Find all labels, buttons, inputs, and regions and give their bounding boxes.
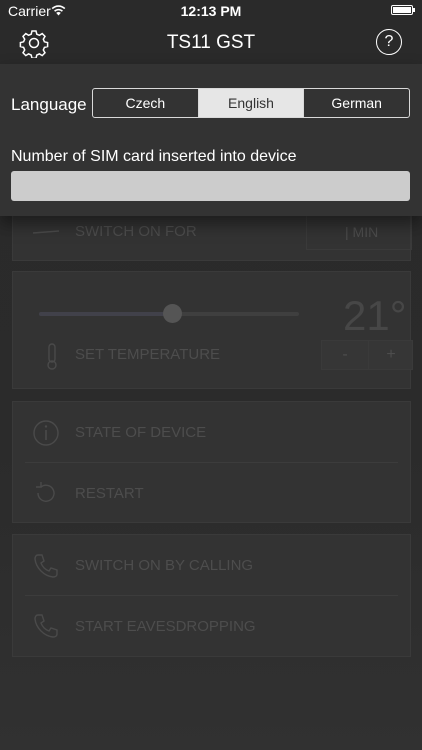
restart-icon [36, 482, 55, 502]
info-icon [33, 420, 59, 446]
phone-icon [34, 614, 58, 638]
app-screen: Carrier 12:13 PM TS11 GST ? SWITCH ON FO… [0, 0, 422, 750]
temperature-card: 21° SET TEMPERATURE - + [12, 271, 413, 389]
minutes-field[interactable]: | MIN [306, 213, 412, 250]
language-option-english[interactable]: English [198, 89, 305, 117]
start-eavesdropping-label[interactable]: START EAVESDROPPING [75, 618, 256, 635]
decrease-button[interactable]: - [322, 341, 369, 369]
question-mark-icon: ? [384, 33, 394, 50]
temperature-slider-fill [39, 312, 172, 316]
language-option-czech[interactable]: Czech [93, 89, 199, 117]
row-divider [25, 462, 398, 463]
calling-card: SWITCH ON BY CALLING START EAVESDROPPING [12, 534, 411, 657]
clock: 12:13 PM [180, 3, 242, 19]
switch-on-for-card: SWITCH ON FOR | MIN [12, 212, 412, 261]
temperature-stepper: - + [321, 340, 413, 370]
battery-icon [391, 5, 415, 15]
language-option-german[interactable]: German [304, 89, 409, 117]
timer-icon [32, 230, 60, 234]
status-bar: Carrier 12:13 PM [0, 0, 422, 22]
settings-panel: Language Czech English German Number of … [0, 64, 422, 216]
state-of-device-label[interactable]: STATE OF DEVICE [75, 424, 206, 441]
minutes-unit: | MIN [345, 224, 379, 240]
temperature-value: 21° [343, 292, 407, 339]
device-card: STATE OF DEVICE RESTART [12, 401, 411, 523]
increase-button[interactable]: + [368, 341, 414, 369]
phone-icon [34, 554, 58, 578]
restart-label[interactable]: RESTART [75, 485, 144, 502]
thermometer-icon [47, 343, 57, 370]
sim-number-input[interactable] [11, 171, 410, 201]
nav-bar: TS11 GST ? [0, 22, 422, 64]
sim-number-label: Number of SIM card inserted into device [11, 148, 297, 165]
switch-on-for-label: SWITCH ON FOR [75, 223, 197, 240]
language-label: Language [11, 95, 87, 114]
switch-on-by-calling-label[interactable]: SWITCH ON BY CALLING [75, 557, 253, 574]
temperature-slider-thumb[interactable] [163, 304, 182, 323]
help-button[interactable]: ? [376, 29, 402, 55]
language-selector: Czech English German [92, 88, 410, 118]
set-temperature-label: SET TEMPERATURE [75, 346, 221, 363]
page-title: TS11 GST [166, 32, 256, 53]
row-divider [25, 595, 398, 596]
